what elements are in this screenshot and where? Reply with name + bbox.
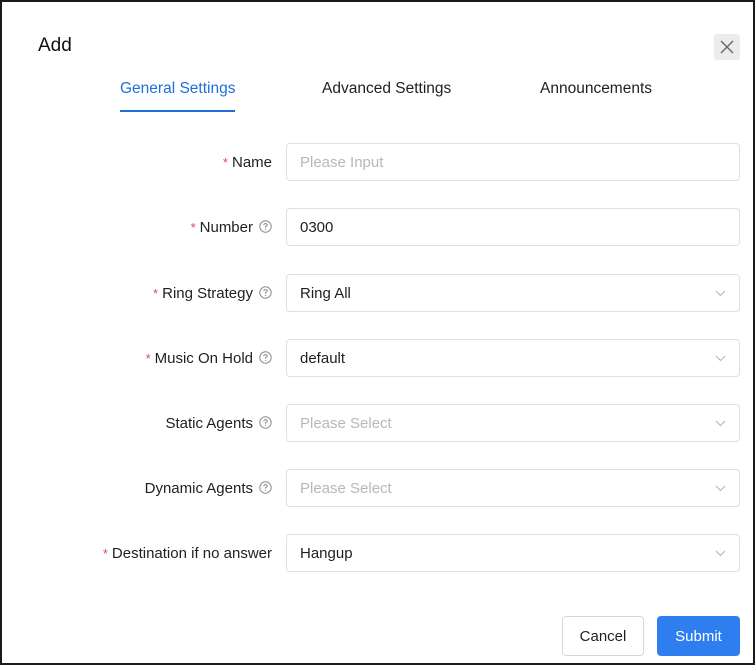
ring-strategy-value: Ring All [300, 284, 351, 302]
form-row-dynamic-agents: Dynamic Agents Please Select [2, 469, 755, 507]
help-circle-icon[interactable] [259, 219, 272, 233]
help-circle-icon[interactable] [259, 350, 272, 364]
static-agents-label: Static Agents [165, 404, 272, 442]
required-mark: * [145, 350, 151, 366]
name-input[interactable] [300, 153, 726, 171]
music-on-hold-value: default [300, 349, 346, 367]
form-row-name: * Name [2, 143, 755, 181]
required-mark: * [190, 219, 196, 235]
dialog-title: Add [38, 35, 72, 56]
cancel-button[interactable]: Cancel [562, 616, 644, 656]
required-mark: * [102, 545, 108, 561]
number-label: * Number [191, 208, 272, 246]
help-circle-icon[interactable] [259, 480, 272, 494]
help-circle-icon[interactable] [259, 415, 272, 429]
destination-label-text: Destination if no answer [111, 544, 272, 562]
tab-advanced-settings[interactable]: Advanced Settings [322, 80, 451, 106]
chevron-down-icon [715, 550, 726, 556]
help-circle-icon[interactable] [259, 285, 272, 299]
form-row-music-on-hold: * Music On Hold default [2, 339, 755, 377]
number-label-text: Number [199, 218, 253, 236]
music-on-hold-label: * Music On Hold [146, 339, 272, 377]
close-icon [720, 40, 734, 54]
ring-strategy-label: * Ring Strategy [153, 274, 272, 312]
chevron-down-icon [715, 485, 726, 491]
add-dialog: Add General Settings Advanced Settings A… [0, 0, 755, 665]
music-on-hold-select[interactable]: default [286, 339, 740, 377]
dynamic-agents-label-text: Dynamic Agents [144, 479, 253, 497]
ring-strategy-label-text: Ring Strategy [162, 284, 253, 302]
destination-label: * Destination if no answer [103, 534, 272, 572]
static-agents-label-text: Static Agents [165, 414, 253, 432]
dynamic-agents-placeholder: Please Select [300, 479, 392, 497]
submit-button[interactable]: Submit [657, 616, 740, 656]
number-field[interactable] [286, 208, 740, 246]
tab-announcements[interactable]: Announcements [540, 80, 652, 106]
ring-strategy-select[interactable]: Ring All [286, 274, 740, 312]
required-mark: * [222, 154, 228, 170]
name-field[interactable] [286, 143, 740, 181]
chevron-down-icon [715, 420, 726, 426]
name-label-text: Name [231, 153, 272, 171]
required-mark: * [153, 285, 159, 301]
static-agents-select[interactable]: Please Select [286, 404, 740, 442]
form-row-number: * Number [2, 208, 755, 246]
name-label: * Name [223, 143, 272, 181]
form-row-destination: * Destination if no answer Hangup [2, 534, 755, 572]
chevron-down-icon [715, 355, 726, 361]
close-button[interactable] [714, 34, 740, 60]
form-row-ring-strategy: * Ring Strategy Ring All [2, 274, 755, 312]
static-agents-placeholder: Please Select [300, 414, 392, 432]
dynamic-agents-select[interactable]: Please Select [286, 469, 740, 507]
destination-select[interactable]: Hangup [286, 534, 740, 572]
chevron-down-icon [715, 290, 726, 296]
number-input[interactable] [300, 218, 726, 236]
form-row-static-agents: Static Agents Please Select [2, 404, 755, 442]
music-on-hold-label-text: Music On Hold [154, 349, 253, 367]
tab-bar: General Settings Advanced Settings Annou… [2, 80, 753, 112]
tab-general-settings[interactable]: General Settings [120, 80, 236, 112]
dynamic-agents-label: Dynamic Agents [145, 469, 272, 507]
destination-value: Hangup [300, 544, 353, 562]
